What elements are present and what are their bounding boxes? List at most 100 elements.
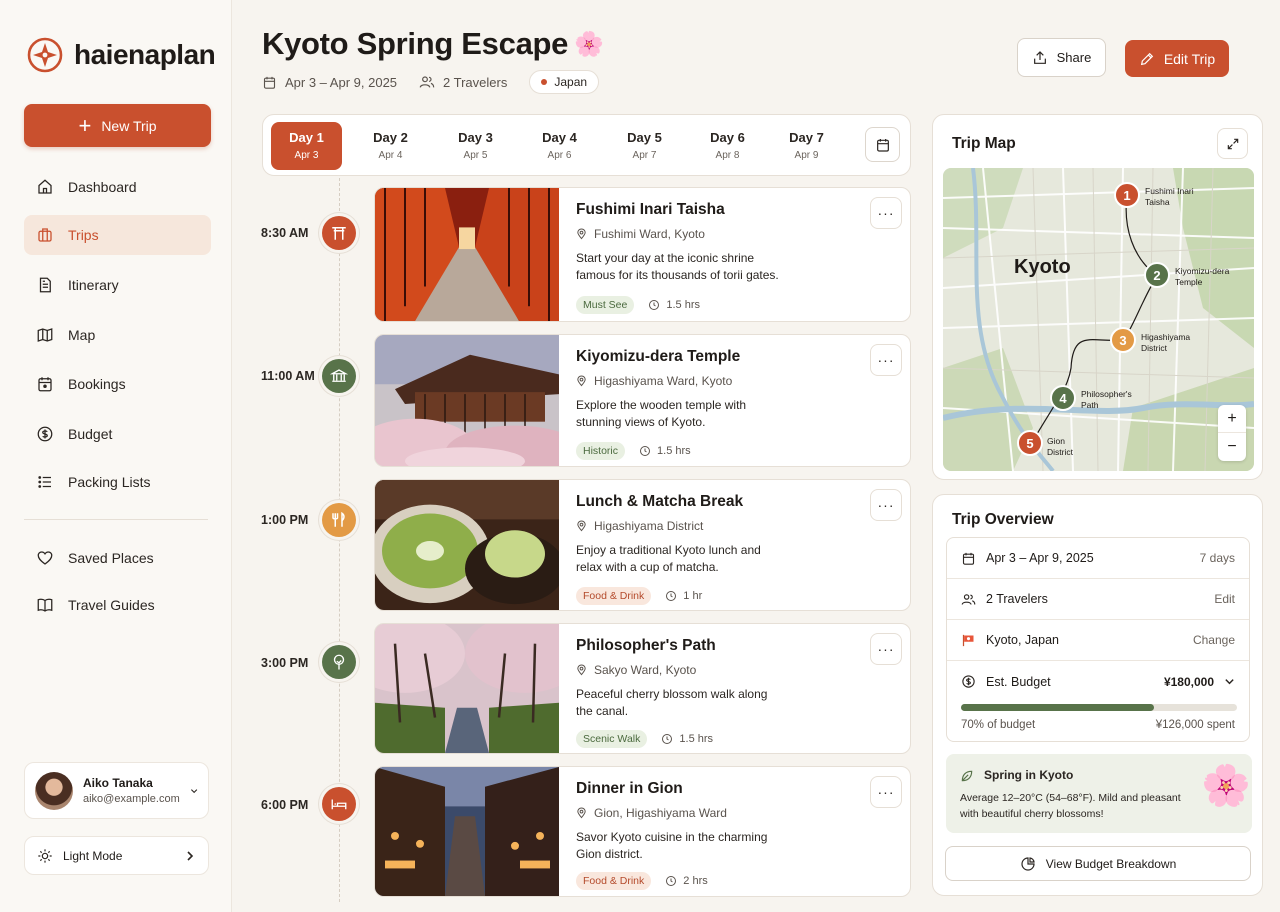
edit-travelers-link[interactable]: Edit: [1214, 592, 1235, 606]
map-pin-5[interactable]: 5: [1017, 430, 1043, 456]
day-date: Apr 3: [294, 150, 319, 161]
expand-icon: [1227, 138, 1238, 149]
home-icon: [38, 179, 52, 194]
sidebar-item-itinerary[interactable]: Itinerary: [24, 265, 211, 305]
map-pin-1[interactable]: 1: [1114, 182, 1140, 208]
more-options-button[interactable]: ···: [870, 197, 902, 229]
trip-map-panel: Trip Map Kyoto 1 Fushimi Inari Taisha 2 K…: [932, 114, 1263, 480]
activity-card[interactable]: Lunch & Matcha Break Higashiyama Distric…: [374, 479, 911, 611]
edit-trip-button[interactable]: Edit Trip: [1125, 40, 1229, 77]
activity-card[interactable]: Dinner in Gion Gion, Higashiyama Ward Sa…: [374, 766, 911, 897]
activity-description: Start your day at the iconic shrine famo…: [576, 251, 779, 282]
activity-duration: 2 hrs: [665, 875, 708, 887]
sidebar-divider: [24, 519, 208, 520]
sidebar-item-travel-guides[interactable]: Travel Guides: [24, 585, 211, 625]
tab-day-2[interactable]: Day 2 Apr 4: [355, 122, 426, 170]
activity-time: 6:00 PM: [261, 798, 309, 812]
sidebar-item-saved-places[interactable]: Saved Places: [24, 538, 211, 578]
sidebar-item-map[interactable]: Map: [24, 315, 211, 355]
activity-tags: Must See 1.5 hrs: [576, 296, 700, 314]
more-options-button[interactable]: ···: [870, 633, 902, 665]
suitcase-icon: [38, 228, 52, 242]
more-options-button[interactable]: ···: [870, 776, 902, 808]
pin-icon: [577, 520, 586, 532]
clock-icon: [666, 591, 677, 601]
activity-tags: Food & Drink 1 hr: [576, 587, 702, 605]
map-pin-label-line: Philosopher's: [1081, 389, 1132, 399]
map-pin-label: Gion District: [1047, 436, 1073, 458]
tab-day-5[interactable]: Day 5 Apr 7: [609, 122, 680, 170]
map-pin-label: Higashiyama District: [1141, 332, 1190, 354]
activity-location-text: Higashiyama Ward, Kyoto: [594, 374, 733, 388]
activity-duration-text: 1 hr: [683, 590, 703, 602]
sidebar-item-label: Dashboard: [68, 179, 137, 195]
calendar-icon: [38, 377, 52, 392]
activity-location: Fushimi Ward, Kyoto: [576, 227, 705, 241]
day-label: Day 3: [458, 130, 493, 145]
pie-chart-icon: [1021, 856, 1035, 871]
map-pin-label-line: Kiyomizu-dera: [1175, 266, 1230, 276]
overview-budget-row[interactable]: Est. Budget ¥180,000: [947, 661, 1249, 702]
map-pin-label: Philosopher's Path: [1081, 389, 1132, 411]
overview-title: Trip Overview: [952, 511, 1054, 528]
overview-travelers: 2 Travelers: [986, 592, 1048, 606]
activity-tags: Food & Drink 2 hrs: [576, 872, 708, 890]
activity-card[interactable]: Philosopher's Path Sakyo Ward, Kyoto Pea…: [374, 623, 911, 754]
activity-card[interactable]: Kiyomizu-dera Temple Higashiyama Ward, K…: [374, 334, 911, 467]
expand-map-button[interactable]: [1217, 128, 1248, 159]
clock-icon: [649, 300, 660, 310]
sidebar-item-bookings[interactable]: Bookings: [24, 364, 211, 404]
sidebar-item-budget[interactable]: Budget: [24, 414, 211, 454]
zoom-in-button[interactable]: +: [1218, 405, 1246, 433]
activity-duration: 1.5 hrs: [639, 445, 691, 457]
calendar-button[interactable]: [865, 127, 900, 162]
zoom-out-button[interactable]: −: [1218, 433, 1246, 461]
view-budget-breakdown-button[interactable]: View Budget Breakdown: [945, 846, 1251, 881]
pin-icon: [577, 228, 586, 240]
more-options-button[interactable]: ···: [870, 489, 902, 521]
map-pin-label-line: Higashiyama: [1141, 332, 1191, 342]
budget-percent: 70% of budget: [961, 719, 1036, 731]
day-label: Day 2: [373, 130, 408, 145]
map-pin-3[interactable]: 3: [1110, 327, 1136, 353]
activity-location-text: Fushimi Ward, Kyoto: [594, 227, 705, 241]
activity-time: 8:30 AM: [261, 226, 309, 240]
logo[interactable]: haienaplan: [26, 36, 216, 74]
map-pin-2[interactable]: 2: [1144, 262, 1170, 288]
map-pin-4[interactable]: 4: [1050, 385, 1076, 411]
trip-dates-text: Apr 3 – Apr 9, 2025: [285, 74, 398, 90]
map-pin-label-line: Gion: [1047, 436, 1065, 446]
torii-icon: [322, 216, 356, 250]
sidebar-item-packing-lists[interactable]: Packing Lists: [24, 462, 211, 502]
change-location-link[interactable]: Change: [1193, 633, 1235, 647]
new-trip-button[interactable]: + New Trip: [24, 104, 211, 147]
map-pin-label-line: District: [1141, 343, 1167, 353]
share-label: Share: [1056, 50, 1092, 65]
more-options-button[interactable]: ···: [870, 344, 902, 376]
user-menu[interactable]: Aiko Tanaka aiko@example.com: [24, 762, 209, 819]
sidebar-item-trips[interactable]: Trips: [24, 215, 211, 255]
activity-tags: Scenic Walk 1.5 hrs: [576, 730, 713, 748]
map-pin-label-line: Fushimi Inari: [1145, 186, 1194, 196]
share-button[interactable]: Share: [1017, 38, 1106, 77]
sidebar-item-dashboard[interactable]: Dashboard: [24, 167, 211, 207]
trip-travelers-text: 2 Travelers: [443, 74, 508, 90]
activity-tags: Historic 1.5 hrs: [576, 442, 691, 460]
activity-time: 3:00 PM: [261, 656, 309, 670]
tab-day-7[interactable]: Day 7 Apr 9: [771, 122, 842, 170]
day-label: Day 4: [542, 130, 577, 145]
activity-photo: [375, 335, 559, 466]
cherry-blossom-icon: 🌸: [574, 30, 604, 58]
weather-tip-title: Spring in Kyoto: [984, 768, 1074, 782]
tab-day-1[interactable]: Day 1 Apr 3: [271, 122, 342, 170]
tab-day-3[interactable]: Day 3 Apr 5: [440, 122, 511, 170]
day-date: Apr 9: [794, 150, 819, 161]
theme-toggle[interactable]: Light Mode: [24, 836, 209, 875]
activity-description: Savor Kyoto cuisine in the charming Gion…: [576, 830, 768, 861]
calendar-icon: [263, 76, 276, 89]
tab-day-6[interactable]: Day 6 Apr 8: [692, 122, 763, 170]
clock-icon: [640, 446, 651, 456]
activity-card[interactable]: Fushimi Inari Taisha Fushimi Ward, Kyoto…: [374, 187, 911, 322]
map-view[interactable]: Kyoto 1 Fushimi Inari Taisha 2 Kiyomizu-d…: [943, 168, 1254, 471]
tab-day-4[interactable]: Day 4 Apr 6: [524, 122, 595, 170]
